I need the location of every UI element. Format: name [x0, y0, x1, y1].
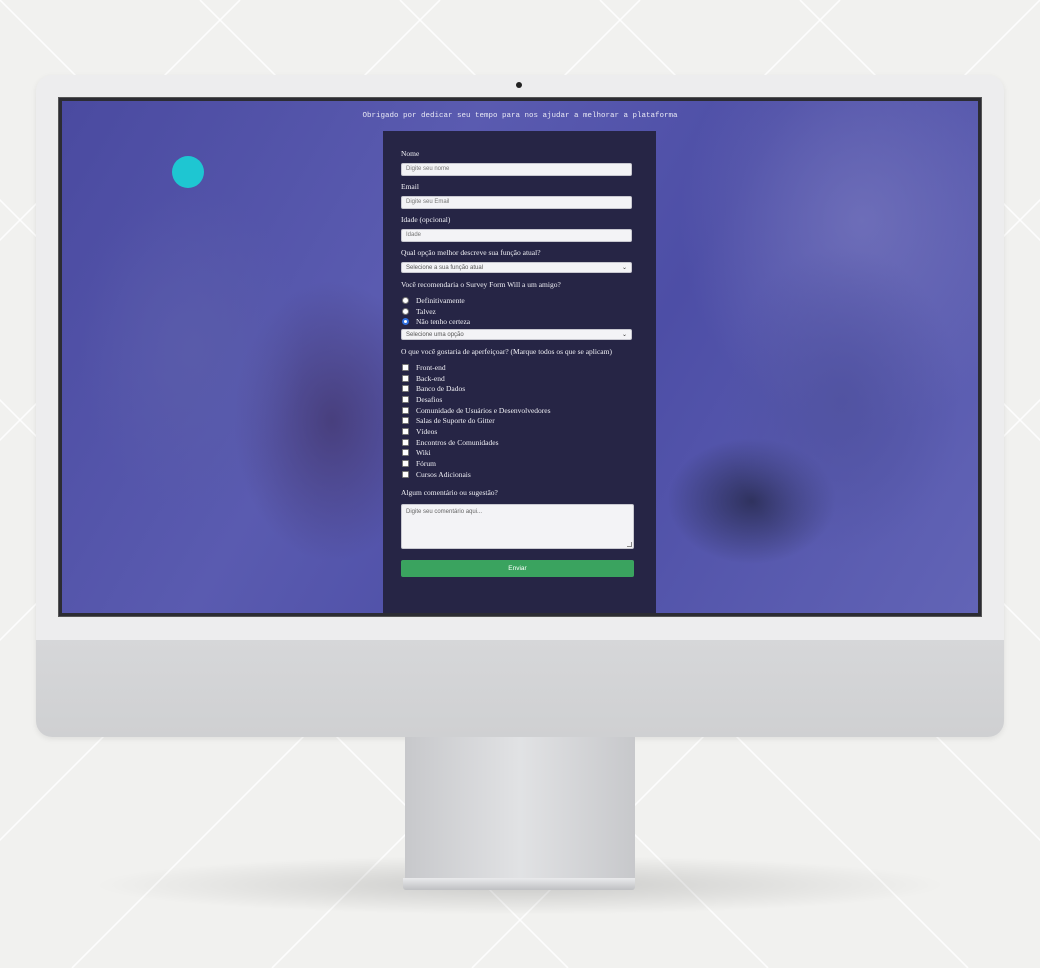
comments-label: Algum comentário ou sugestão?: [401, 487, 498, 497]
checkbox[interactable]: [402, 449, 409, 457]
checkbox-option[interactable]: Encontros de Comunidades: [401, 437, 638, 448]
checkbox-label: Banco de Dados: [416, 384, 466, 394]
email-input[interactable]: Digite seu Email: [401, 196, 632, 209]
recommend-select-value: Selecione uma opção: [406, 331, 464, 338]
checkbox-label: Salas de Suporte do Gitter: [416, 416, 495, 426]
checkbox[interactable]: [402, 374, 409, 382]
radio-button-selected[interactable]: [402, 318, 409, 326]
radio-option[interactable]: Não tenho certeza: [401, 316, 638, 327]
stand-foot: [403, 878, 635, 890]
age-label: Idade (opcional): [401, 215, 451, 224]
checkbox-option[interactable]: Front-end: [401, 362, 638, 373]
radio-label: Definitivamente: [416, 295, 465, 305]
checkbox[interactable]: [402, 363, 409, 371]
checkbox[interactable]: [402, 417, 409, 425]
name-input[interactable]: Digite seu nome: [401, 163, 632, 176]
checkbox[interactable]: [402, 428, 409, 436]
radio-button[interactable]: [402, 307, 409, 315]
checkbox-option[interactable]: Cursos Adicionais: [401, 469, 638, 480]
accent-dot: [172, 156, 204, 188]
checkbox-label: Encontros de Comunidades: [416, 437, 499, 447]
checkbox[interactable]: [402, 460, 409, 468]
role-select-value: Selecione a sua função atual: [406, 264, 484, 271]
checkbox-label: Fórum: [416, 459, 437, 469]
checkbox-label: Desafios: [416, 394, 443, 404]
comments-textarea[interactable]: Digite seu comentário aqui...: [401, 503, 634, 549]
email-label: Email: [401, 182, 419, 191]
checkbox[interactable]: [402, 395, 409, 403]
radio-label: Não tenho certeza: [416, 317, 471, 327]
monitor-chin: [36, 640, 1004, 737]
checkbox-label: Cursos Adicionais: [416, 469, 471, 479]
improve-checkbox-group: Front-end Back-end Banco de Dados Desafi…: [401, 362, 638, 480]
improve-label: O que você gostaria de aperfeiçoar? (Mar…: [401, 347, 612, 357]
checkbox[interactable]: [402, 438, 409, 446]
radio-label: Talvez: [416, 306, 436, 316]
checkbox[interactable]: [402, 470, 409, 478]
radio-button[interactable]: [402, 296, 409, 304]
checkbox[interactable]: [402, 406, 409, 414]
stand-neck: [405, 737, 635, 880]
checkbox-option[interactable]: Back-end: [401, 373, 638, 384]
checkbox-option[interactable]: Salas de Suporte do Gitter: [401, 416, 638, 427]
recommend-label: Você recomendaria o Survey Form Will a u…: [401, 280, 561, 289]
monitor: Obrigado por dedicar seu tempo para nos …: [36, 75, 1004, 737]
checkbox-label: Back-end: [416, 373, 445, 383]
checkbox-label: Front-end: [416, 362, 446, 372]
radio-option[interactable]: Talvez: [401, 306, 638, 317]
recommend-select[interactable]: Selecione uma opção ⌄: [401, 329, 632, 341]
checkbox-label: Comunidade de Usuários e Desenvolvedores: [416, 405, 551, 415]
checkbox-option[interactable]: Desafios: [401, 394, 638, 405]
role-label: Qual opção melhor descreve sua função at…: [401, 248, 541, 257]
checkbox-label: Vídeos: [416, 427, 438, 437]
checkbox-option[interactable]: Fórum: [401, 458, 638, 469]
chevron-down-icon: ⌄: [621, 332, 627, 339]
checkbox-option[interactable]: Wiki: [401, 448, 638, 459]
recommend-radio-group: Definitivamente Talvez Não tenho certeza: [401, 295, 638, 327]
chevron-down-icon: ⌄: [621, 265, 627, 271]
age-input[interactable]: Idade: [401, 229, 632, 242]
checkbox-label: Wiki: [416, 448, 431, 458]
name-label: Nome: [401, 149, 420, 158]
checkbox[interactable]: [402, 385, 409, 393]
checkbox-option[interactable]: Comunidade de Usuários e Desenvolvedores: [401, 405, 638, 416]
submit-button[interactable]: Enviar: [401, 559, 634, 577]
camera-icon: [516, 82, 522, 88]
page-subtitle: Obrigado por dedicar seu tempo para nos …: [362, 112, 678, 120]
role-select[interactable]: Selecione a sua função atual ⌄: [401, 262, 632, 273]
radio-option[interactable]: Definitivamente: [401, 295, 638, 306]
resize-handle-icon[interactable]: [627, 541, 632, 547]
screen: Obrigado por dedicar seu tempo para nos …: [62, 101, 978, 613]
checkbox-option[interactable]: Vídeos: [401, 426, 638, 437]
comments-placeholder: Digite seu comentário aqui...: [406, 508, 483, 515]
survey-form: Nome Digite seu nome Email Digite seu Em…: [383, 131, 656, 613]
checkbox-option[interactable]: Banco de Dados: [401, 383, 638, 394]
